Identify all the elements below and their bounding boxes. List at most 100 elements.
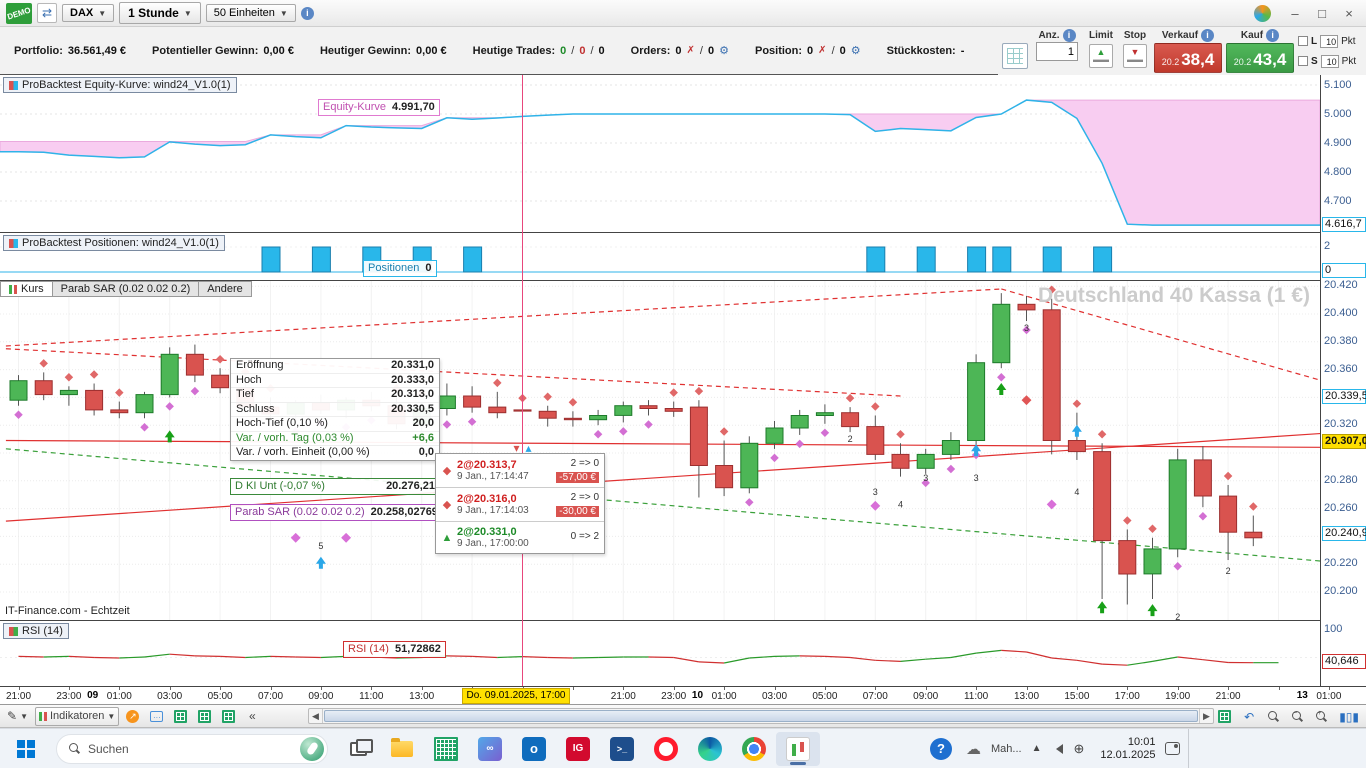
price-chart-panel[interactable]: 5 2 3 4 3 3 3 4 2 2 Deutschland 40 Kassa (1 €) Ku… [0, 280, 1320, 620]
info-icon[interactable]: i [300, 6, 314, 20]
info-icon[interactable]: i [1201, 29, 1215, 42]
tab-parab-sar[interactable]: Parab SAR (0.02 0.02 0.2) [52, 281, 200, 297]
long-points-input[interactable]: 10 [1320, 34, 1339, 48]
scrollbar-thumb[interactable] [324, 710, 1198, 722]
stop-order-button[interactable]: ▼ ▬▬ [1123, 44, 1147, 68]
chart-area[interactable]: ProBacktest Equity-Kurve: wind24_V1.0(1)… [0, 75, 1320, 686]
quantity-input[interactable] [1036, 42, 1078, 61]
trade-entry[interactable]: ◆ 2@20.313,7 9 Jan., 17:14:47 2 => 0 -57… [436, 454, 604, 487]
undo-button[interactable]: ↶ [1239, 707, 1259, 726]
instrument-dropdown[interactable]: DAX ▼ [62, 4, 115, 22]
draw-tools-button[interactable]: ✎ ▼ [3, 707, 32, 726]
short-checkbox[interactable] [1298, 56, 1308, 66]
equity-curve-chart[interactable] [0, 75, 1320, 232]
time-label: 19:00 [1165, 691, 1191, 702]
sheets-app-button[interactable] [424, 732, 468, 766]
show-desktop-button[interactable] [1188, 728, 1192, 768]
scroll-left-arrow[interactable]: ◀ [309, 709, 323, 723]
parab-sar-label[interactable]: Parab SAR (0.02 0.02 0.2) 20.258,02769 [230, 504, 440, 521]
equity-curve-panel[interactable]: ProBacktest Equity-Kurve: wind24_V1.0(1)… [0, 75, 1320, 232]
screenshot-button[interactable] [1214, 707, 1235, 726]
taskbar-search[interactable]: Suchen [56, 733, 328, 764]
positions-label[interactable]: Positionen 0 [363, 260, 437, 277]
trade-entry[interactable]: ◆ 2@20.316,0 9 Jan., 17:14:03 2 => 0 -30… [436, 487, 604, 521]
comment-button[interactable]: … [146, 707, 167, 726]
terminal-button[interactable]: >_ [600, 732, 644, 766]
short-points-input[interactable]: 10 [1320, 54, 1339, 68]
network-icon[interactable]: ⊕ [1073, 741, 1084, 757]
help-button[interactable]: ? [930, 737, 952, 760]
timeframe-dropdown[interactable]: 1 Stunde ▼ [119, 2, 201, 24]
order-panel: Anz.i Limit ▲▬▬ Stop ▼▬▬ Verkaufi 20.2 3… [998, 27, 1366, 75]
svg-text:2: 2 [1175, 612, 1180, 620]
outlook-button[interactable]: o [512, 732, 556, 766]
rsi-panel-title[interactable]: RSI (14) [3, 623, 69, 639]
positions-panel[interactable]: ProBacktest Positionen: wind24_V1.0(1) P… [0, 232, 1320, 280]
edge-button[interactable] [688, 732, 732, 766]
rsi-chart[interactable] [0, 621, 1320, 686]
search-highlight-icon[interactable] [300, 736, 324, 761]
share-button[interactable]: ↗ [122, 707, 143, 726]
orders-settings-icon[interactable]: ⚙ [719, 44, 729, 57]
onedrive-icon[interactable]: ☁ [966, 740, 981, 758]
rsi-panel[interactable]: RSI (14) RSI (14) 51,72862 [0, 620, 1320, 686]
buy-button[interactable]: 20.2 43,4 [1226, 43, 1294, 73]
zoom-area-button[interactable] [1263, 707, 1283, 726]
ig-app-button[interactable]: IG [556, 732, 600, 766]
chart-scrollbar[interactable]: ◀ ▶ [308, 708, 1214, 724]
chevron-down-icon: ▼ [279, 8, 288, 18]
taskbar-clock[interactable]: 10:01 12.01.2025 [1100, 736, 1155, 762]
tray-expand-chevron[interactable]: ▲ [1032, 743, 1042, 754]
time-tick [270, 687, 272, 690]
link-windows-icon[interactable]: ⇄ [37, 3, 57, 23]
rsi-value-label[interactable]: RSI (14) 51,72862 [343, 641, 446, 658]
time-axis[interactable]: 21:00 23:00 01:00 03:00 05:00 07:00 09:00 11:00… [0, 686, 1366, 705]
svg-text:5: 5 [318, 541, 323, 551]
scroll-right-arrow[interactable]: ▶ [1199, 709, 1213, 723]
limit-order-button[interactable]: ▲ ▬▬ [1089, 44, 1113, 68]
opera-button[interactable] [644, 732, 688, 766]
sell-button[interactable]: 20.2 38,4 [1154, 43, 1222, 73]
minimize-button[interactable]: – [1284, 6, 1306, 21]
bar-chart-button[interactable]: ▮▯▮ [1335, 707, 1363, 726]
equity-panel-title[interactable]: ProBacktest Equity-Kurve: wind24_V1.0(1) [3, 77, 237, 93]
time-tick [572, 687, 574, 690]
dki-indicator-label[interactable]: D KI Unt (-0,07 %) 20.276,21 [230, 478, 440, 495]
notification-center-icon[interactable] [1165, 742, 1181, 755]
tab-andere[interactable]: Andere [199, 281, 252, 297]
chrome-button[interactable] [732, 732, 776, 766]
zoom-out-button[interactable]: − [1287, 707, 1307, 726]
visual-studio-button[interactable]: ∞ [468, 732, 512, 766]
zoom-in-button[interactable]: + [1311, 707, 1331, 726]
indicators-button[interactable]: Indikatoren ▼ [34, 706, 120, 726]
volume-icon[interactable] [1051, 743, 1064, 754]
equity-curve-label[interactable]: Equity-Kurve 4.991,70 [318, 99, 440, 116]
svg-text:3: 3 [1024, 323, 1029, 333]
tab-kurs[interactable]: Kurs [0, 281, 53, 297]
long-checkbox[interactable] [1298, 36, 1308, 46]
position-settings-icon[interactable]: ⚙ [851, 44, 861, 57]
trading-app-button[interactable] [776, 731, 820, 766]
cancel-orders-icon[interactable]: ✗ [687, 45, 695, 56]
table-view-button[interactable] [170, 707, 191, 726]
candlestick-chart[interactable]: 5 2 3 4 3 3 3 4 2 2 [0, 281, 1320, 620]
trade-entry[interactable]: ▲ 2@20.331,0 9 Jan., 17:00:00 0 => 2 [436, 521, 604, 553]
export-table-button[interactable] [218, 707, 239, 726]
order-book-button[interactable] [1002, 43, 1028, 69]
top-toolbar: DEMO ⇄ DAX ▼ 1 Stunde ▼ 50 Einheiten ▼ i – … [0, 0, 1366, 27]
price-axis[interactable]: 5.100 5.000 4.900 4.800 4.700 2 020.420 20.400 2… [1320, 75, 1366, 686]
positions-panel-title[interactable]: ProBacktest Positionen: wind24_V1.0(1) [3, 235, 225, 251]
backtest-table-button[interactable] [194, 707, 215, 726]
time-tick [1278, 687, 1280, 690]
close-position-icon[interactable]: ✗ [818, 45, 826, 56]
collapse-toolbar-button[interactable]: « [242, 707, 262, 726]
file-explorer-button[interactable] [380, 732, 424, 766]
task-view-button[interactable] [336, 732, 380, 766]
maximize-button[interactable]: □ [1311, 6, 1333, 21]
units-dropdown[interactable]: 50 Einheiten ▼ [205, 4, 296, 22]
info-icon[interactable]: i [1062, 29, 1076, 42]
close-button[interactable]: × [1338, 6, 1360, 21]
info-icon[interactable]: i [1266, 29, 1280, 42]
time-label: 23:00 [661, 691, 687, 702]
start-button[interactable] [4, 732, 48, 766]
